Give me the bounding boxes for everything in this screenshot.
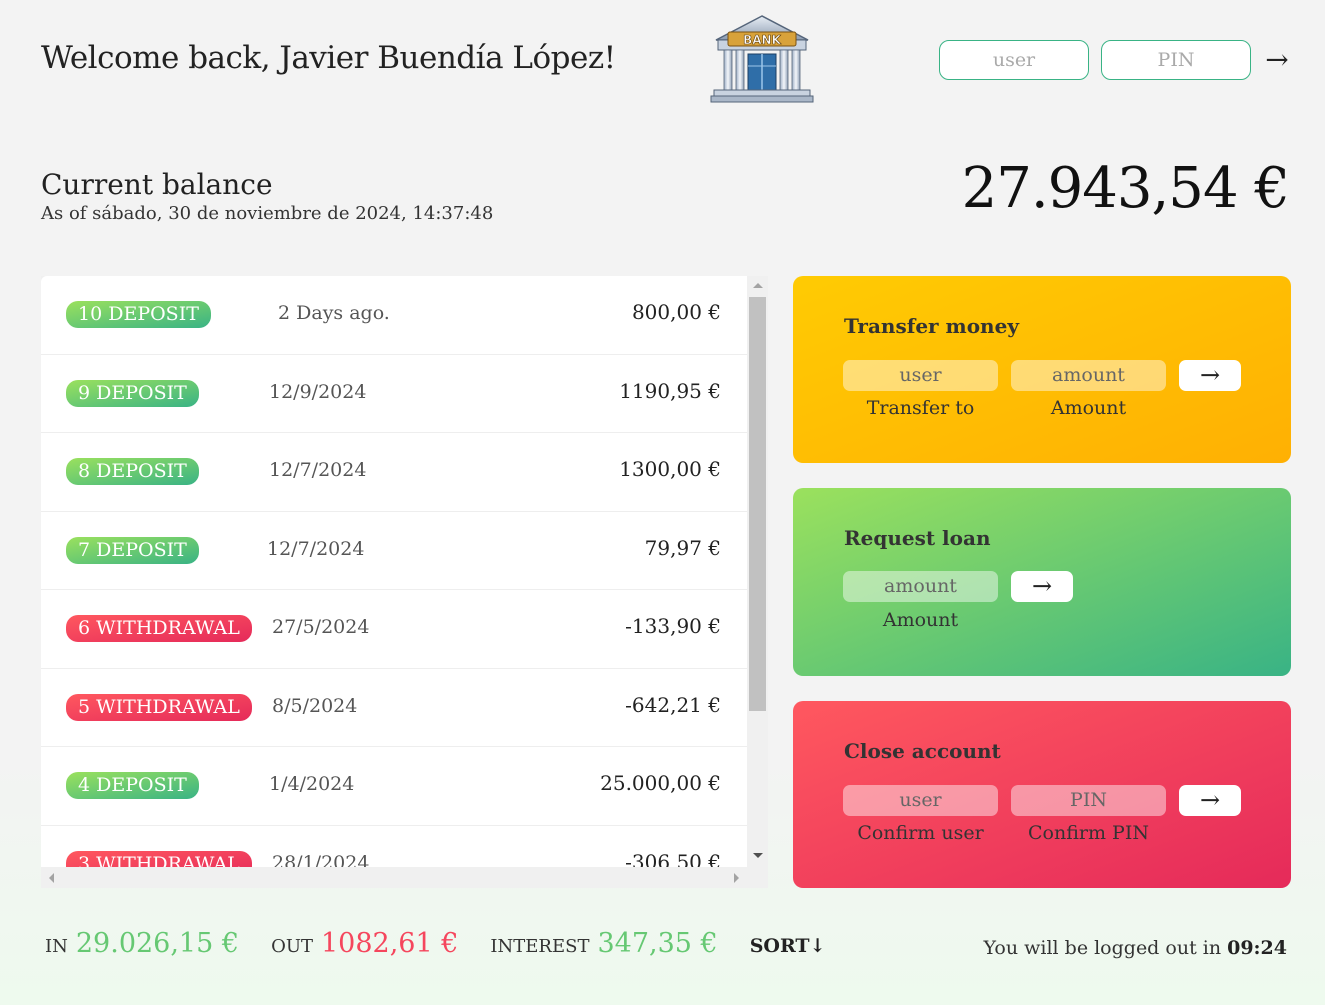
movement-date: 1/4/2024 <box>269 773 355 795</box>
close-user-label: Confirm user <box>857 822 984 844</box>
movement-type-badge: 4 DEPOSIT <box>66 772 199 799</box>
movement-value: 1190,95 € <box>619 378 721 403</box>
loan-panel: Request loan amount → Amount <box>793 488 1291 676</box>
summary-bar: In 29.026,15 € Out 1082,61 € Interest 34… <box>45 928 826 964</box>
movement-value: 800,00 € <box>631 300 721 324</box>
movement-type-badge: 6 WITHDRAWAL <box>66 615 252 642</box>
movements-list: 10 DEPOSIT 2 Days ago. 800,00 € 9 DEPOSIT 12… <box>41 276 747 867</box>
movement-row: 9 DEPOSIT 12/9/2024 1190,95 € <box>41 355 747 433</box>
movement-date: 12/9/2024 <box>269 380 367 403</box>
scroll-down-icon[interactable] <box>753 853 763 858</box>
scroll-up-icon[interactable] <box>753 283 763 288</box>
movement-value: -642,21 € <box>625 692 721 717</box>
logout-timer: 09:24 <box>1227 937 1287 959</box>
login-user-input[interactable]: user <box>939 40 1089 80</box>
transfer-user-input[interactable]: user <box>843 360 998 391</box>
scrollbar-thumb[interactable] <box>749 297 766 711</box>
summary-out-label: Out <box>271 936 313 957</box>
logout-prefix: You will be logged out in <box>983 937 1228 959</box>
bank-logo: BANK <box>710 14 814 106</box>
sort-button[interactable]: SORT↓ <box>750 935 826 957</box>
movement-value: -133,90 € <box>625 614 721 638</box>
movement-date: 12/7/2024 <box>267 537 365 560</box>
movement-row: 10 DEPOSIT 2 Days ago. 800,00 € <box>41 276 747 355</box>
movement-value: 79,97 € <box>644 535 721 560</box>
close-pin-input[interactable]: PIN <box>1011 785 1166 816</box>
balance-value: 27.943,54 € <box>961 156 1290 221</box>
close-account-title: Close account <box>844 739 1001 763</box>
movement-date: 27/5/2024 <box>272 616 370 638</box>
movement-value: -306,50 € <box>625 849 721 868</box>
movement-type-badge: 10 DEPOSIT <box>66 301 211 328</box>
transfer-amount-input[interactable]: amount <box>1011 360 1166 391</box>
movement-value: 25.000,00 € <box>600 771 721 795</box>
summary-interest-label: Interest <box>490 936 590 957</box>
balance-label: Current balance <box>41 168 273 201</box>
scroll-right-icon[interactable] <box>734 873 739 883</box>
loan-title: Request loan <box>844 526 991 550</box>
login-button[interactable]: → <box>1259 40 1295 80</box>
movement-date: 12/7/2024 <box>269 459 367 481</box>
movement-date: 8/5/2024 <box>272 694 358 717</box>
summary-in-label: In <box>45 936 68 957</box>
balance-date: As of sábado, 30 de noviembre de 2024, 1… <box>41 203 494 224</box>
transfer-title: Transfer money <box>844 314 1019 338</box>
welcome-message: Welcome back, Javier Buendía López! <box>41 40 616 76</box>
movement-row: 7 DEPOSIT 12/7/2024 79,97 € <box>41 512 747 590</box>
movement-row: 8 DEPOSIT 12/7/2024 1300,00 € <box>41 433 747 512</box>
movement-type-badge: 8 DEPOSIT <box>66 458 199 485</box>
movement-value: 1300,00 € <box>619 457 721 481</box>
movement-type-badge: 3 WITHDRAWAL <box>66 850 252 867</box>
summary-in-value: 29.026,15 € <box>75 928 240 959</box>
logout-timer-text: You will be logged out in 09:24 <box>984 937 1287 959</box>
movement-row: 3 WITHDRAWAL 28/1/2024 -306,50 € <box>41 826 747 868</box>
close-user-input[interactable]: user <box>843 785 998 816</box>
close-account-button[interactable]: → <box>1179 785 1241 816</box>
logo-text: BANK <box>743 33 781 47</box>
transfer-amount-label: Amount <box>1050 397 1127 419</box>
close-account-panel: Close account user PIN → Confirm user Co… <box>793 701 1291 888</box>
close-pin-label: Confirm PIN <box>1028 822 1149 844</box>
login-pin-input[interactable]: PIN <box>1101 40 1251 80</box>
movement-type-badge: 7 DEPOSIT <box>66 536 199 564</box>
movement-type-badge: 9 DEPOSIT <box>66 379 199 407</box>
transfer-button[interactable]: → <box>1179 360 1241 391</box>
transfer-panel: Transfer money user amount → Transfer to… <box>793 276 1291 463</box>
movement-row: 5 WITHDRAWAL 8/5/2024 -642,21 € <box>41 669 747 747</box>
summary-out-value: 1082,61 € <box>321 928 459 959</box>
movement-type-badge: 5 WITHDRAWAL <box>66 693 252 721</box>
movement-row: 4 DEPOSIT 1/4/2024 25.000,00 € <box>41 747 747 826</box>
transfer-user-label: Transfer to <box>866 397 975 419</box>
loan-amount-label: Amount <box>882 609 959 631</box>
scroll-left-icon[interactable] <box>49 873 54 883</box>
movement-date: 2 Days ago. <box>278 302 390 324</box>
summary-interest-value: 347,35 € <box>597 928 718 959</box>
loan-amount-input[interactable]: amount <box>843 571 998 602</box>
loan-button[interactable]: → <box>1011 571 1073 602</box>
movements-panel: 10 DEPOSIT 2 Days ago. 800,00 € 9 DEPOSIT 12… <box>41 276 768 888</box>
movement-row: 6 WITHDRAWAL 27/5/2024 -133,90 € <box>41 590 747 669</box>
movement-date: 28/1/2024 <box>272 851 370 868</box>
vertical-scrollbar[interactable] <box>747 276 768 867</box>
horizontal-scrollbar[interactable] <box>41 867 747 888</box>
